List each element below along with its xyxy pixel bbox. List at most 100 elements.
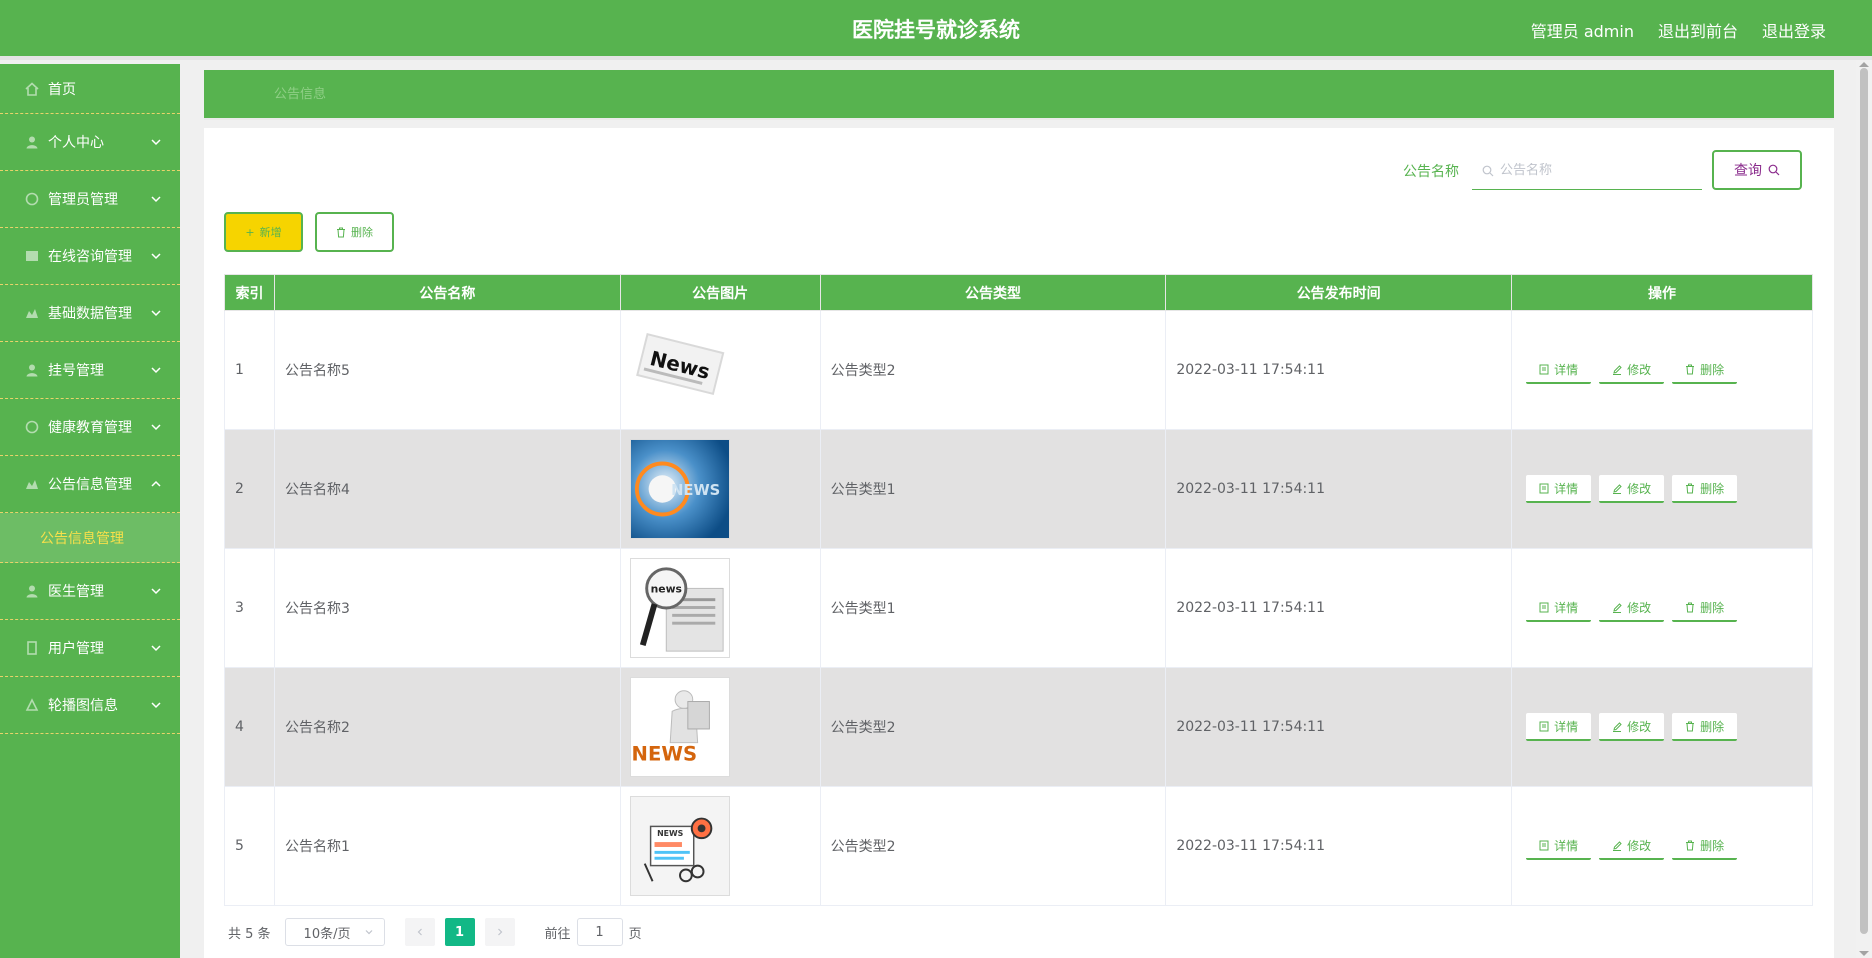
cell-index: 5 xyxy=(224,786,275,906)
goto-page-input[interactable] xyxy=(576,918,623,946)
admin-icon xyxy=(24,191,40,207)
batch-delete-label: 删除 xyxy=(351,226,373,239)
chevron-down-icon xyxy=(365,930,372,935)
sidebar-item-profile[interactable]: 个人中心 xyxy=(0,114,180,171)
edit-button[interactable]: 修改 xyxy=(1599,356,1665,384)
cell-name: 公告名称5 xyxy=(273,310,621,430)
notice-table: 索引 公告名称 公告图片 公告类型 公告发布时间 操作 1 公告名称5 News xyxy=(224,274,1813,906)
cell-name: 公告名称1 xyxy=(273,786,621,906)
detail-button[interactable]: 详情 xyxy=(1526,475,1592,503)
chevron-down-icon xyxy=(151,645,161,652)
next-page-button[interactable] xyxy=(484,918,515,946)
chevron-down-icon xyxy=(151,702,161,709)
news-thumbnail-image[interactable]: NEWS xyxy=(629,677,730,777)
detail-button[interactable]: 详情 xyxy=(1526,832,1592,860)
trash-icon xyxy=(1686,483,1695,493)
news-thumbnail-image[interactable]: News xyxy=(629,320,730,420)
sidebar-item-notice[interactable]: 公告信息管理 xyxy=(0,456,180,513)
cell-type: 公告类型2 xyxy=(819,786,1167,906)
detail-label: 详情 xyxy=(1554,600,1579,615)
news-thumbnail-image[interactable]: news xyxy=(629,558,730,658)
cell-index: 2 xyxy=(224,429,275,549)
goto-page: 前往 页 xyxy=(545,918,642,946)
search-icon xyxy=(1482,165,1494,176)
delete-button[interactable]: 删除 xyxy=(1672,594,1738,622)
detail-button[interactable]: 详情 xyxy=(1526,713,1592,741)
edit-button[interactable]: 修改 xyxy=(1599,832,1665,860)
add-button[interactable]: + 新增 xyxy=(224,212,303,252)
delete-button[interactable]: 删除 xyxy=(1672,713,1738,741)
users-icon xyxy=(24,640,40,656)
sidebar-item-label: 轮播图信息 xyxy=(48,698,118,714)
edit-label: 修改 xyxy=(1627,362,1652,377)
edit-icon xyxy=(1613,840,1622,851)
data-icon xyxy=(24,305,40,321)
cell-index: 3 xyxy=(224,548,275,668)
sidebar-item-doctor[interactable]: 医生管理 xyxy=(0,563,180,620)
edit-button[interactable]: 修改 xyxy=(1599,475,1665,503)
edit-label: 修改 xyxy=(1627,600,1652,615)
delete-button[interactable]: 删除 xyxy=(1672,832,1738,860)
page-size-value: 10条/页 xyxy=(303,926,351,942)
edit-icon xyxy=(1613,364,1622,375)
cell-type: 公告类型1 xyxy=(819,429,1167,549)
delete-label: 删除 xyxy=(1700,719,1725,734)
home-icon xyxy=(24,81,40,97)
scroll-down-arrow-icon[interactable] xyxy=(1859,951,1869,956)
vertical-scrollbar[interactable] xyxy=(1856,60,1872,958)
page-size-select[interactable]: 10条/页 xyxy=(284,918,385,946)
document-icon xyxy=(1539,840,1549,850)
row-actions: 详情 修改 删除 xyxy=(1522,475,1812,503)
row-actions: 详情 修改 删除 xyxy=(1522,713,1812,741)
edit-button[interactable]: 修改 xyxy=(1599,594,1665,622)
sidebar-item-admin[interactable]: 管理员管理 xyxy=(0,171,180,228)
exit-to-front-link[interactable]: 退出到前台 xyxy=(1658,18,1738,42)
scroll-up-arrow-icon[interactable] xyxy=(1859,62,1869,67)
sidebar-item-education[interactable]: 健康教育管理 xyxy=(0,399,180,456)
batch-delete-button[interactable]: 删除 xyxy=(315,212,394,252)
sidebar-item-registration[interactable]: 挂号管理 xyxy=(0,342,180,399)
sidebar-item-consult[interactable]: 在线咨询管理 xyxy=(0,228,180,285)
detail-button[interactable]: 详情 xyxy=(1526,356,1592,384)
chevron-left-icon xyxy=(417,928,422,936)
sidebar-subitem-notice-manage[interactable]: 公告信息管理 xyxy=(0,513,180,563)
chevron-down-icon xyxy=(151,367,161,374)
register-icon xyxy=(24,362,40,378)
row-actions: 详情 修改 删除 xyxy=(1522,594,1812,622)
edit-label: 修改 xyxy=(1627,838,1652,853)
trash-icon xyxy=(1686,840,1695,850)
search-label: 公告名称 xyxy=(1403,164,1459,180)
carousel-icon xyxy=(24,697,40,713)
cell-type: 公告类型1 xyxy=(819,548,1167,668)
sidebar-item-home[interactable]: 首页 xyxy=(0,64,180,114)
goto-suffix: 页 xyxy=(628,926,642,942)
delete-button[interactable]: 删除 xyxy=(1672,356,1738,384)
column-header-index: 索引 xyxy=(224,274,275,311)
delete-button[interactable]: 删除 xyxy=(1672,475,1738,503)
column-header-time: 公告发布时间 xyxy=(1165,274,1513,311)
document-icon xyxy=(1539,721,1549,731)
search-field[interactable] xyxy=(1472,152,1702,190)
logout-link[interactable]: 退出登录 xyxy=(1762,18,1826,42)
prev-page-button[interactable] xyxy=(404,918,435,946)
page-button-current[interactable]: 1 xyxy=(444,918,475,946)
document-icon xyxy=(1539,364,1549,374)
edit-button[interactable]: 修改 xyxy=(1599,713,1665,741)
chevron-right-icon xyxy=(497,928,502,936)
row-actions: 详情 修改 删除 xyxy=(1522,356,1812,384)
sidebar-item-label: 健康教育管理 xyxy=(48,420,132,436)
document-icon xyxy=(1539,602,1549,612)
sidebar-item-carousel[interactable]: 轮播图信息 xyxy=(0,677,180,734)
sidebar-item-label: 个人中心 xyxy=(48,135,104,151)
scrollbar-thumb[interactable] xyxy=(1860,68,1868,934)
news-thumbnail-image[interactable]: NEWS xyxy=(629,796,730,896)
news-thumbnail-image[interactable]: NEWS xyxy=(629,439,730,539)
search-button[interactable]: 查询 xyxy=(1712,150,1802,190)
search-input[interactable] xyxy=(1500,163,1690,178)
top-header: 医院挂号就诊系统 管理员 admin 退出到前台 退出登录 xyxy=(0,0,1872,60)
sidebar-item-users[interactable]: 用户管理 xyxy=(0,620,180,677)
detail-button[interactable]: 详情 xyxy=(1526,594,1592,622)
sidebar-item-basedata[interactable]: 基础数据管理 xyxy=(0,285,180,342)
table-row: 3 公告名称3 news 公告类型1 2022-03-11 17:54:11 详… xyxy=(224,548,1813,668)
search-icon xyxy=(1768,164,1780,176)
